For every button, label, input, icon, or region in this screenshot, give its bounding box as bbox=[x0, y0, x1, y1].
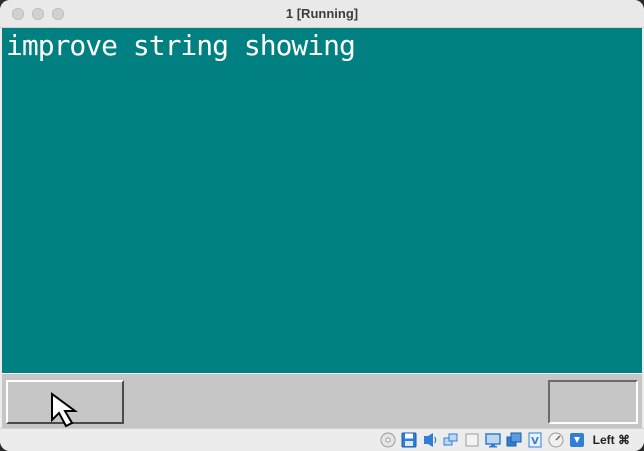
svg-text:V: V bbox=[531, 436, 539, 447]
window-title: 1 [Running] bbox=[285, 6, 359, 21]
host-key-label[interactable]: Left ⌘ bbox=[593, 429, 630, 451]
guest-tray-button[interactable] bbox=[548, 380, 638, 424]
title-bar[interactable]: 1 [Running] bbox=[0, 0, 644, 28]
network-icon[interactable] bbox=[443, 432, 459, 448]
cpu-icon[interactable] bbox=[548, 432, 564, 448]
audio-icon[interactable] bbox=[422, 432, 438, 448]
display-icon[interactable] bbox=[506, 432, 522, 448]
vm-status-bar: V Left ⌘ bbox=[0, 428, 644, 451]
usb-icon[interactable] bbox=[464, 432, 480, 448]
optical-drive-icon[interactable] bbox=[380, 432, 396, 448]
vm-window: 1 [Running] improve string showing V Lef… bbox=[0, 0, 644, 451]
mouse-integration-icon[interactable] bbox=[569, 432, 585, 448]
recording-icon[interactable]: V bbox=[527, 432, 543, 448]
floppy-icon[interactable] bbox=[401, 432, 417, 448]
screen-text: improve string showing bbox=[6, 29, 356, 62]
mouse-pointer-icon bbox=[51, 392, 79, 428]
shared-folders-icon[interactable] bbox=[485, 432, 501, 448]
guest-taskbar bbox=[2, 373, 642, 428]
guest-screen[interactable]: improve string showing bbox=[2, 28, 642, 373]
